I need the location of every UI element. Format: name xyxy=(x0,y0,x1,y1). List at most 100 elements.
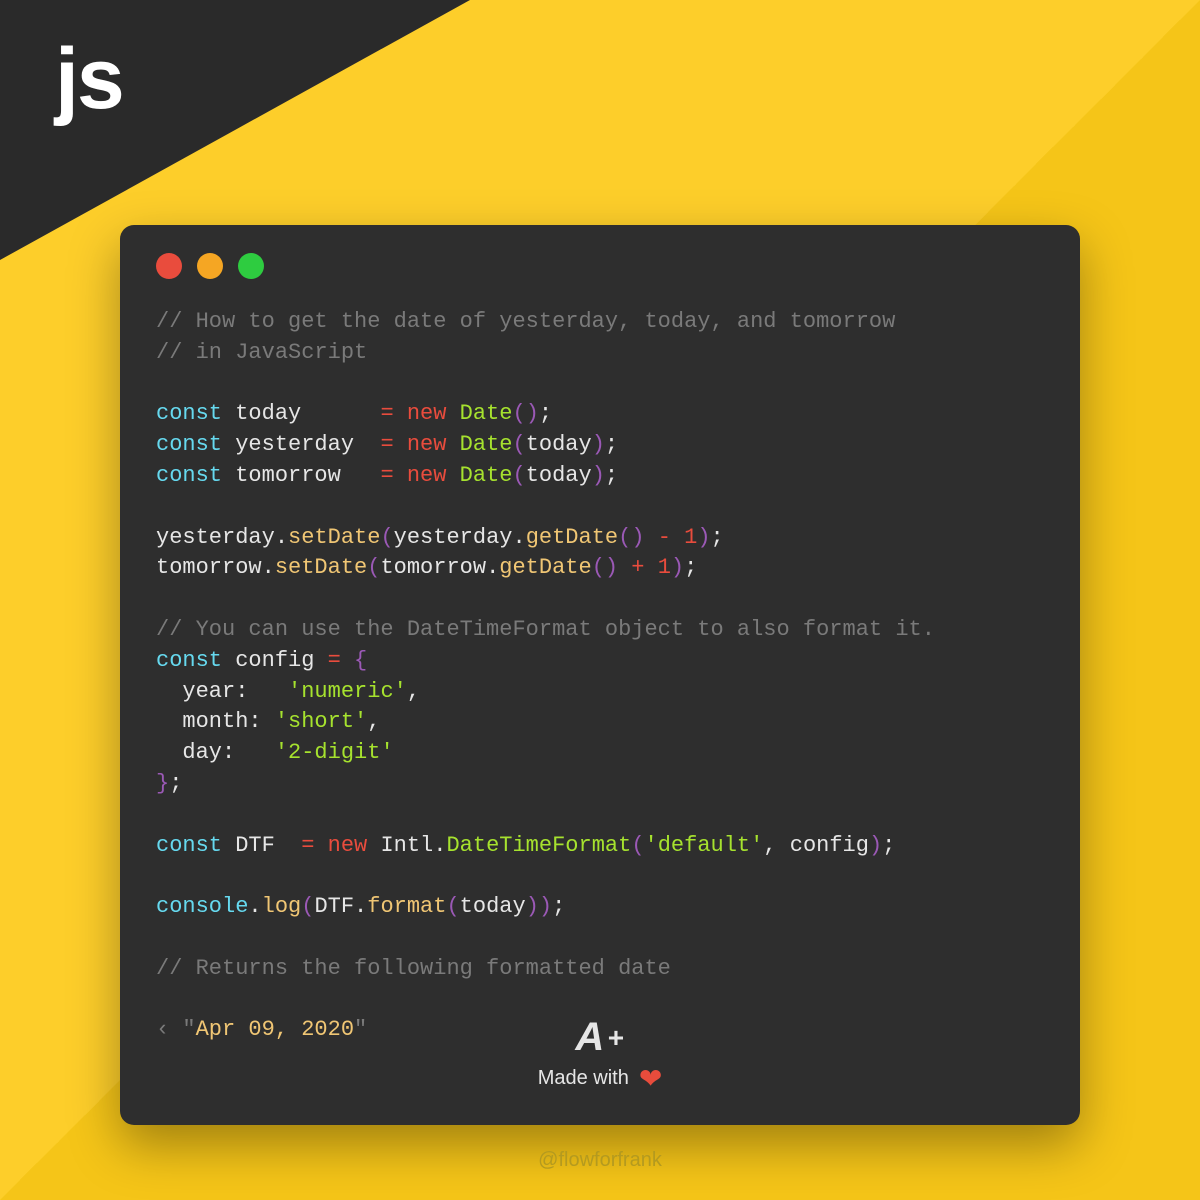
keyword-const: const xyxy=(156,833,222,858)
method-getdate: getDate xyxy=(526,525,618,550)
footer-logo: A+ Made with ❤ xyxy=(538,1015,663,1095)
var-config: config xyxy=(235,648,314,673)
string-2digit: '2-digit' xyxy=(275,740,394,765)
paren-open: ( xyxy=(592,555,605,580)
paren-open: ( xyxy=(446,894,459,919)
paren-open: ( xyxy=(301,894,314,919)
paren-open: ( xyxy=(380,525,393,550)
quote: " xyxy=(182,1017,195,1042)
comma: , xyxy=(763,833,789,858)
op-eq: = xyxy=(288,833,328,858)
colon: : xyxy=(235,679,248,704)
var-tomorrow: tomorrow xyxy=(156,555,262,580)
prop-month: month xyxy=(182,709,248,734)
method-setdate: setDate xyxy=(288,525,380,550)
heart-icon: ❤ xyxy=(639,1062,662,1095)
method-format: format xyxy=(367,894,446,919)
dot: . xyxy=(248,894,261,919)
comment-line: // How to get the date of yesterday, tod… xyxy=(156,309,895,334)
var-yesterday: yesterday xyxy=(156,525,275,550)
var-tomorrow: tomorrow xyxy=(235,463,341,488)
comma: , xyxy=(367,709,380,734)
code-block: // How to get the date of yesterday, tod… xyxy=(156,307,1044,1046)
keyword-const: const xyxy=(156,401,222,426)
brace-close: } xyxy=(156,771,169,796)
string-short: 'short' xyxy=(275,709,367,734)
class-date: Date xyxy=(460,401,513,426)
method-setdate: setDate xyxy=(275,555,367,580)
class-dtf: DateTimeFormat xyxy=(446,833,631,858)
dot: . xyxy=(433,833,446,858)
output-arrow-icon: ‹ xyxy=(156,1017,169,1042)
comma: , xyxy=(407,679,420,704)
dot: . xyxy=(512,525,525,550)
obj-console: console xyxy=(156,894,248,919)
semicolon: ; xyxy=(605,463,618,488)
window-buttons xyxy=(156,253,1044,279)
arg-config: config xyxy=(790,833,869,858)
dot: . xyxy=(275,525,288,550)
var-dtf: DTF xyxy=(314,894,354,919)
logo-plus: + xyxy=(607,1022,624,1054)
keyword-new: new xyxy=(407,432,447,457)
var-yesterday: yesterday xyxy=(235,432,354,457)
paren-close: ) xyxy=(605,555,618,580)
semicolon: ; xyxy=(684,555,697,580)
paren-close: ) xyxy=(671,555,684,580)
code-card: // How to get the date of yesterday, tod… xyxy=(120,225,1080,1125)
semicolon: ; xyxy=(882,833,895,858)
brace-open: { xyxy=(354,648,367,673)
paren-open: ( xyxy=(631,833,644,858)
keyword-new: new xyxy=(328,833,368,858)
prop-day: day xyxy=(182,740,222,765)
paren-open: ( xyxy=(367,555,380,580)
op-eq: = xyxy=(367,463,407,488)
obj-intl: Intl xyxy=(380,833,433,858)
arg-today: today xyxy=(526,463,592,488)
paren-close: ) xyxy=(539,894,552,919)
keyword-new: new xyxy=(407,401,447,426)
paren-close: ) xyxy=(592,463,605,488)
op-eq: = xyxy=(367,432,407,457)
semicolon: ; xyxy=(605,432,618,457)
semicolon: ; xyxy=(539,401,552,426)
semicolon: ; xyxy=(711,525,724,550)
paren-open: ( xyxy=(512,401,525,426)
made-with-text: Made with ❤ xyxy=(538,1062,663,1095)
minimize-icon[interactable] xyxy=(197,253,223,279)
output-value: Apr 09, 2020 xyxy=(196,1017,354,1042)
prop-year: year xyxy=(182,679,235,704)
method-getdate: getDate xyxy=(499,555,591,580)
paren-close: ) xyxy=(526,894,539,919)
op-minus: - 1 xyxy=(645,525,698,550)
dot: . xyxy=(486,555,499,580)
string-numeric: 'numeric' xyxy=(288,679,407,704)
close-icon[interactable] xyxy=(156,253,182,279)
arg-today: today xyxy=(526,432,592,457)
keyword-const: const xyxy=(156,432,222,457)
semicolon: ; xyxy=(552,894,565,919)
paren-open: ( xyxy=(512,463,525,488)
class-date: Date xyxy=(460,463,513,488)
var-dtf: DTF xyxy=(235,833,275,858)
dot: . xyxy=(354,894,367,919)
var-yesterday: yesterday xyxy=(394,525,513,550)
keyword-const: const xyxy=(156,648,222,673)
class-date: Date xyxy=(460,432,513,457)
quote: " xyxy=(354,1017,367,1042)
colon: : xyxy=(222,740,235,765)
method-log: log xyxy=(262,894,302,919)
arg-today: today xyxy=(460,894,526,919)
maximize-icon[interactable] xyxy=(238,253,264,279)
a-plus-logo: A+ xyxy=(538,1015,663,1060)
paren-close: ) xyxy=(526,401,539,426)
paren-close: ) xyxy=(869,833,882,858)
paren-close: ) xyxy=(697,525,710,550)
social-handle: @flowforfrank xyxy=(538,1149,662,1172)
comment-line: // You can use the DateTimeFormat object… xyxy=(156,617,935,642)
paren-open: ( xyxy=(512,432,525,457)
var-tomorrow: tomorrow xyxy=(380,555,486,580)
keyword-const: const xyxy=(156,463,222,488)
dot: . xyxy=(262,555,275,580)
string-default: 'default' xyxy=(645,833,764,858)
